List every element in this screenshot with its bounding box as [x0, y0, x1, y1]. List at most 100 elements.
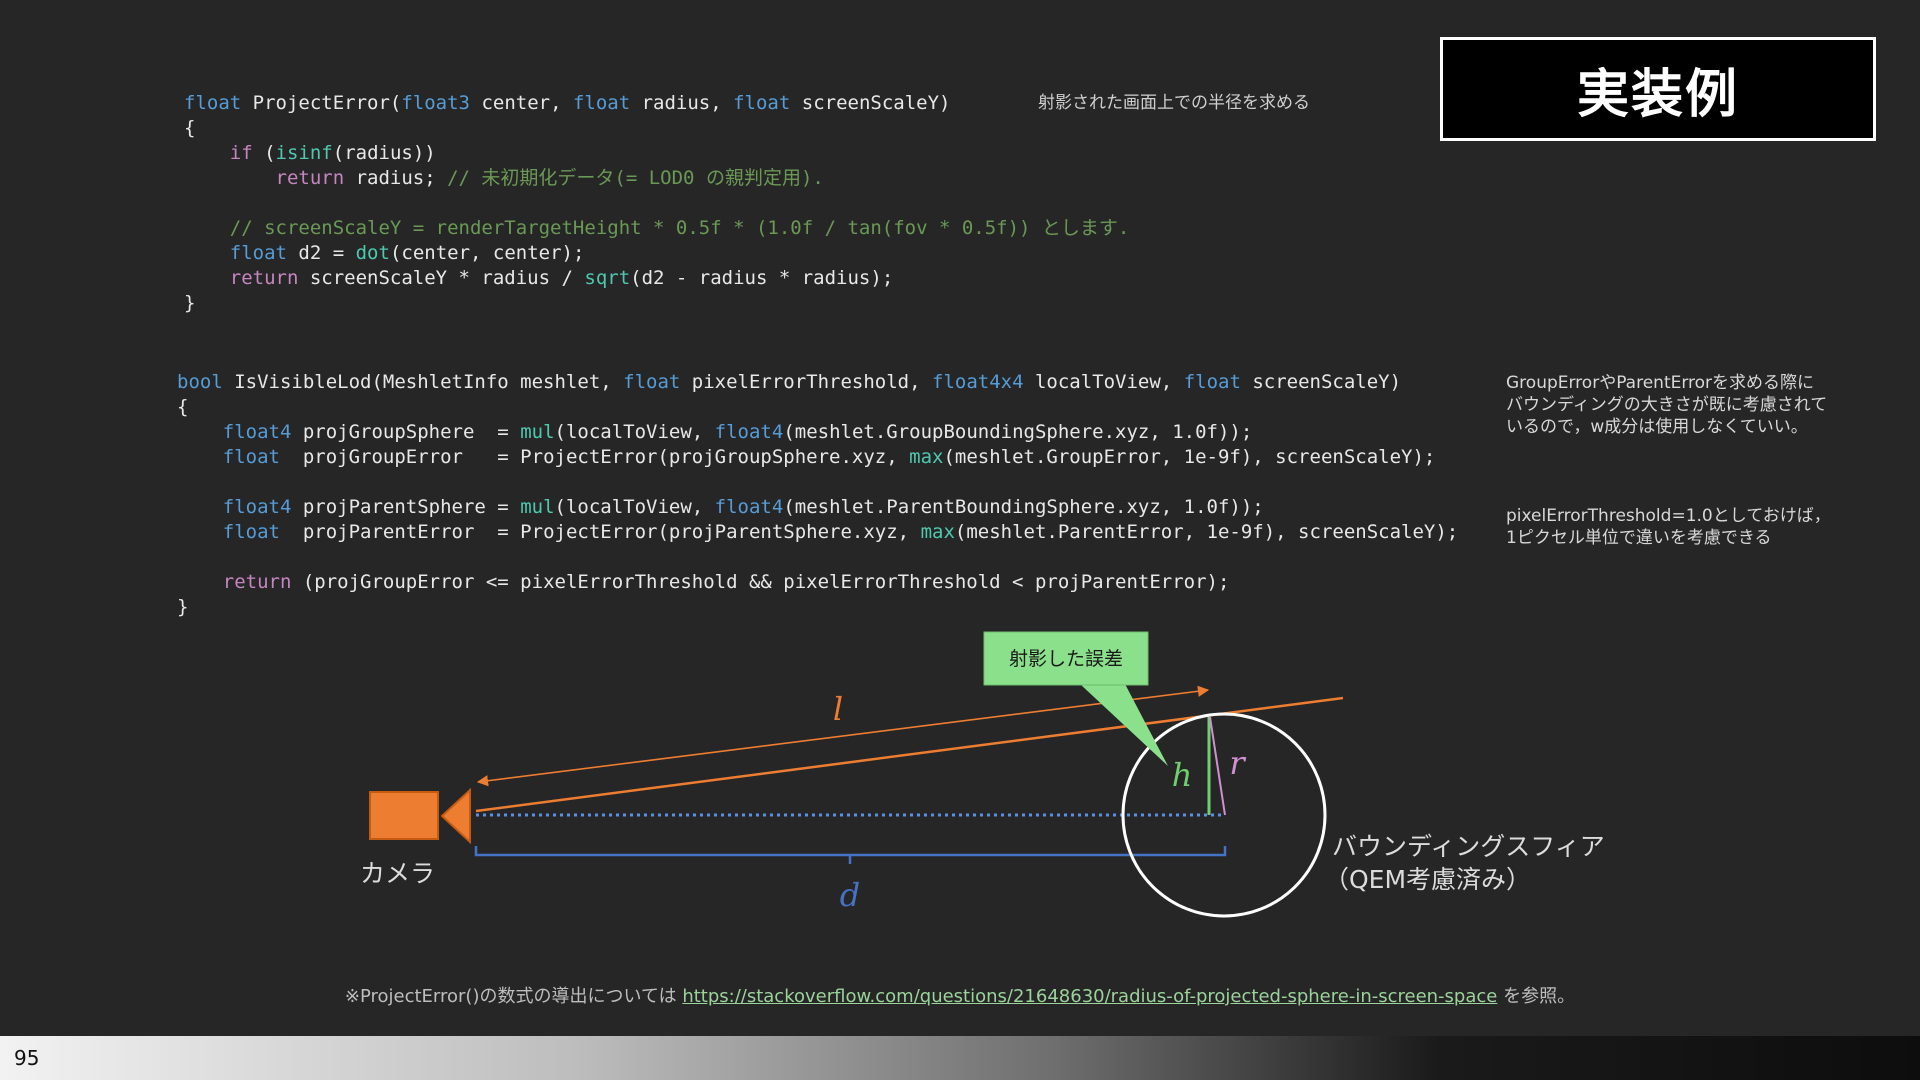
distance-d-bracket [474, 846, 1227, 864]
code-token: projParentError = ProjectError(projParen… [279, 521, 921, 543]
code-token: return [222, 571, 292, 593]
project-error-code: float ProjectError(float3 center, float … [184, 91, 1129, 316]
code-token: float [222, 521, 280, 543]
code-token: projGroupSphere = [291, 421, 521, 443]
code-line: float4 projGroupSphere = mul(localToView… [177, 420, 1458, 445]
code-token: // screenScaleY = renderTargetHeight * 0… [229, 217, 1130, 239]
code-token: float4 [222, 421, 292, 443]
code-line: bool IsVisibleLod(MeshletInfo meshlet, f… [177, 370, 1458, 395]
label-l: l [833, 690, 843, 728]
code-token: (meshlet.ParentError, 1e-9f), screenScal… [954, 521, 1459, 543]
code-token: mul [520, 421, 555, 443]
note-line: pixelErrorThreshold=1.0としておけば， [1506, 506, 1831, 526]
code-token: radius, [630, 92, 734, 114]
code-token: (radius)) [332, 142, 436, 164]
code-token: pixelErrorThreshold, [680, 371, 933, 393]
code-token: projGroupError = ProjectError(projGroupS… [279, 446, 910, 468]
code-line: { [184, 116, 1129, 141]
code-line: float4 projParentSphere = mul(localToVie… [177, 495, 1458, 520]
code-token: mul [520, 496, 555, 518]
code-token: IsVisibleLod(MeshletInfo meshlet, [222, 371, 624, 393]
code-token: if [229, 142, 253, 164]
code-token: float [184, 92, 242, 114]
reference-prefix: ※ProjectError()の数式の導出については [344, 986, 677, 1007]
code-token: ( [252, 142, 276, 164]
code-token: max [920, 521, 955, 543]
code-token: projParentSphere = [291, 496, 521, 518]
tangent-line [475, 696, 1344, 813]
code-token: (meshlet.GroupBoundingSphere.xyz, 1.0f))… [783, 421, 1253, 443]
note-line: いるので，w成分は使用しなくていい。 [1506, 417, 1808, 437]
code-token: float [733, 92, 791, 114]
code-token: float4 [222, 496, 292, 518]
callout-label: 射影した誤差 [1009, 648, 1123, 670]
code-token: float [222, 446, 280, 468]
code-token: float4 [714, 496, 784, 518]
code-token: (localToView, [554, 496, 715, 518]
distance-l-arrow [476, 685, 1210, 787]
code-line: float projParentError = ProjectError(pro… [177, 520, 1458, 545]
callout-pointer [1080, 684, 1168, 766]
label-r: r [1229, 744, 1246, 782]
code-token: float [623, 371, 681, 393]
note-line: 1ピクセル単位で違いを考慮できる [1506, 528, 1772, 548]
code-token: ProjectError( [241, 92, 402, 114]
code-token: { [177, 396, 189, 418]
footer-bar [0, 1036, 1920, 1080]
camera-lens [440, 787, 471, 845]
code-token: dot [355, 242, 390, 264]
code-token: { [184, 117, 196, 139]
label-h: h [1172, 756, 1193, 794]
reference-note: ※ProjectError()の数式の導出については https://stack… [0, 982, 1920, 1008]
code-line: float d2 = dot(center, center); [184, 241, 1129, 266]
code-token: (meshlet.ParentBoundingSphere.xyz, 1.0f)… [783, 496, 1264, 518]
note-projected-radius: 射影された画面上での半径を求める [1038, 93, 1310, 113]
code-line: // screenScaleY = renderTargetHeight * 0… [184, 216, 1130, 241]
code-token: return [229, 267, 299, 289]
sphere-label-1: バウンディングスフィア [1332, 832, 1605, 861]
code-line: return screenScaleY * radius / sqrt(d2 -… [184, 266, 1129, 291]
code-line: if (isinf(radius)) [184, 141, 1129, 166]
slide-title-box: 実装例 [1440, 37, 1876, 141]
camera-label: カメラ [360, 859, 435, 888]
bounding-sphere [1121, 712, 1327, 918]
callout-box [983, 631, 1149, 686]
code-token: screenScaleY * radius / [298, 267, 585, 289]
code-token: float [229, 242, 287, 264]
code-token: max [909, 446, 944, 468]
note-group-error: GroupErrorやParentErrorを求める際に バウンディングの大きさ… [1506, 372, 1827, 438]
radius-r-line [1209, 716, 1226, 816]
code-line: } [184, 291, 1129, 316]
slide-title: 実装例 [1576, 64, 1739, 125]
code-token: radius; [344, 167, 448, 189]
code-token: (localToView, [554, 421, 715, 443]
page-number: 95 [14, 1046, 40, 1070]
label-d: d [840, 876, 860, 914]
code-token: d2 = [286, 242, 356, 264]
code-line: } [177, 595, 1458, 620]
camera-body [369, 791, 439, 840]
code-line: { [177, 395, 1458, 420]
code-token: float3 [401, 92, 470, 114]
code-token: float [572, 92, 631, 114]
code-token: return [275, 167, 345, 189]
code-token: float4x4 [932, 371, 1024, 393]
note-line: バウンディングの大きさが既に考慮されて [1506, 395, 1828, 415]
code-token: (d2 - radius * radius); [630, 267, 894, 289]
code-line: return (projGroupError <= pixelErrorThre… [177, 570, 1458, 595]
code-token: // 未初期化データ(= LOD0 の親判定用). [447, 167, 824, 189]
code-token: center, [470, 92, 573, 114]
code-token: float [1183, 371, 1241, 393]
reference-link[interactable]: https://stackoverflow.com/questions/2164… [682, 986, 1497, 1007]
